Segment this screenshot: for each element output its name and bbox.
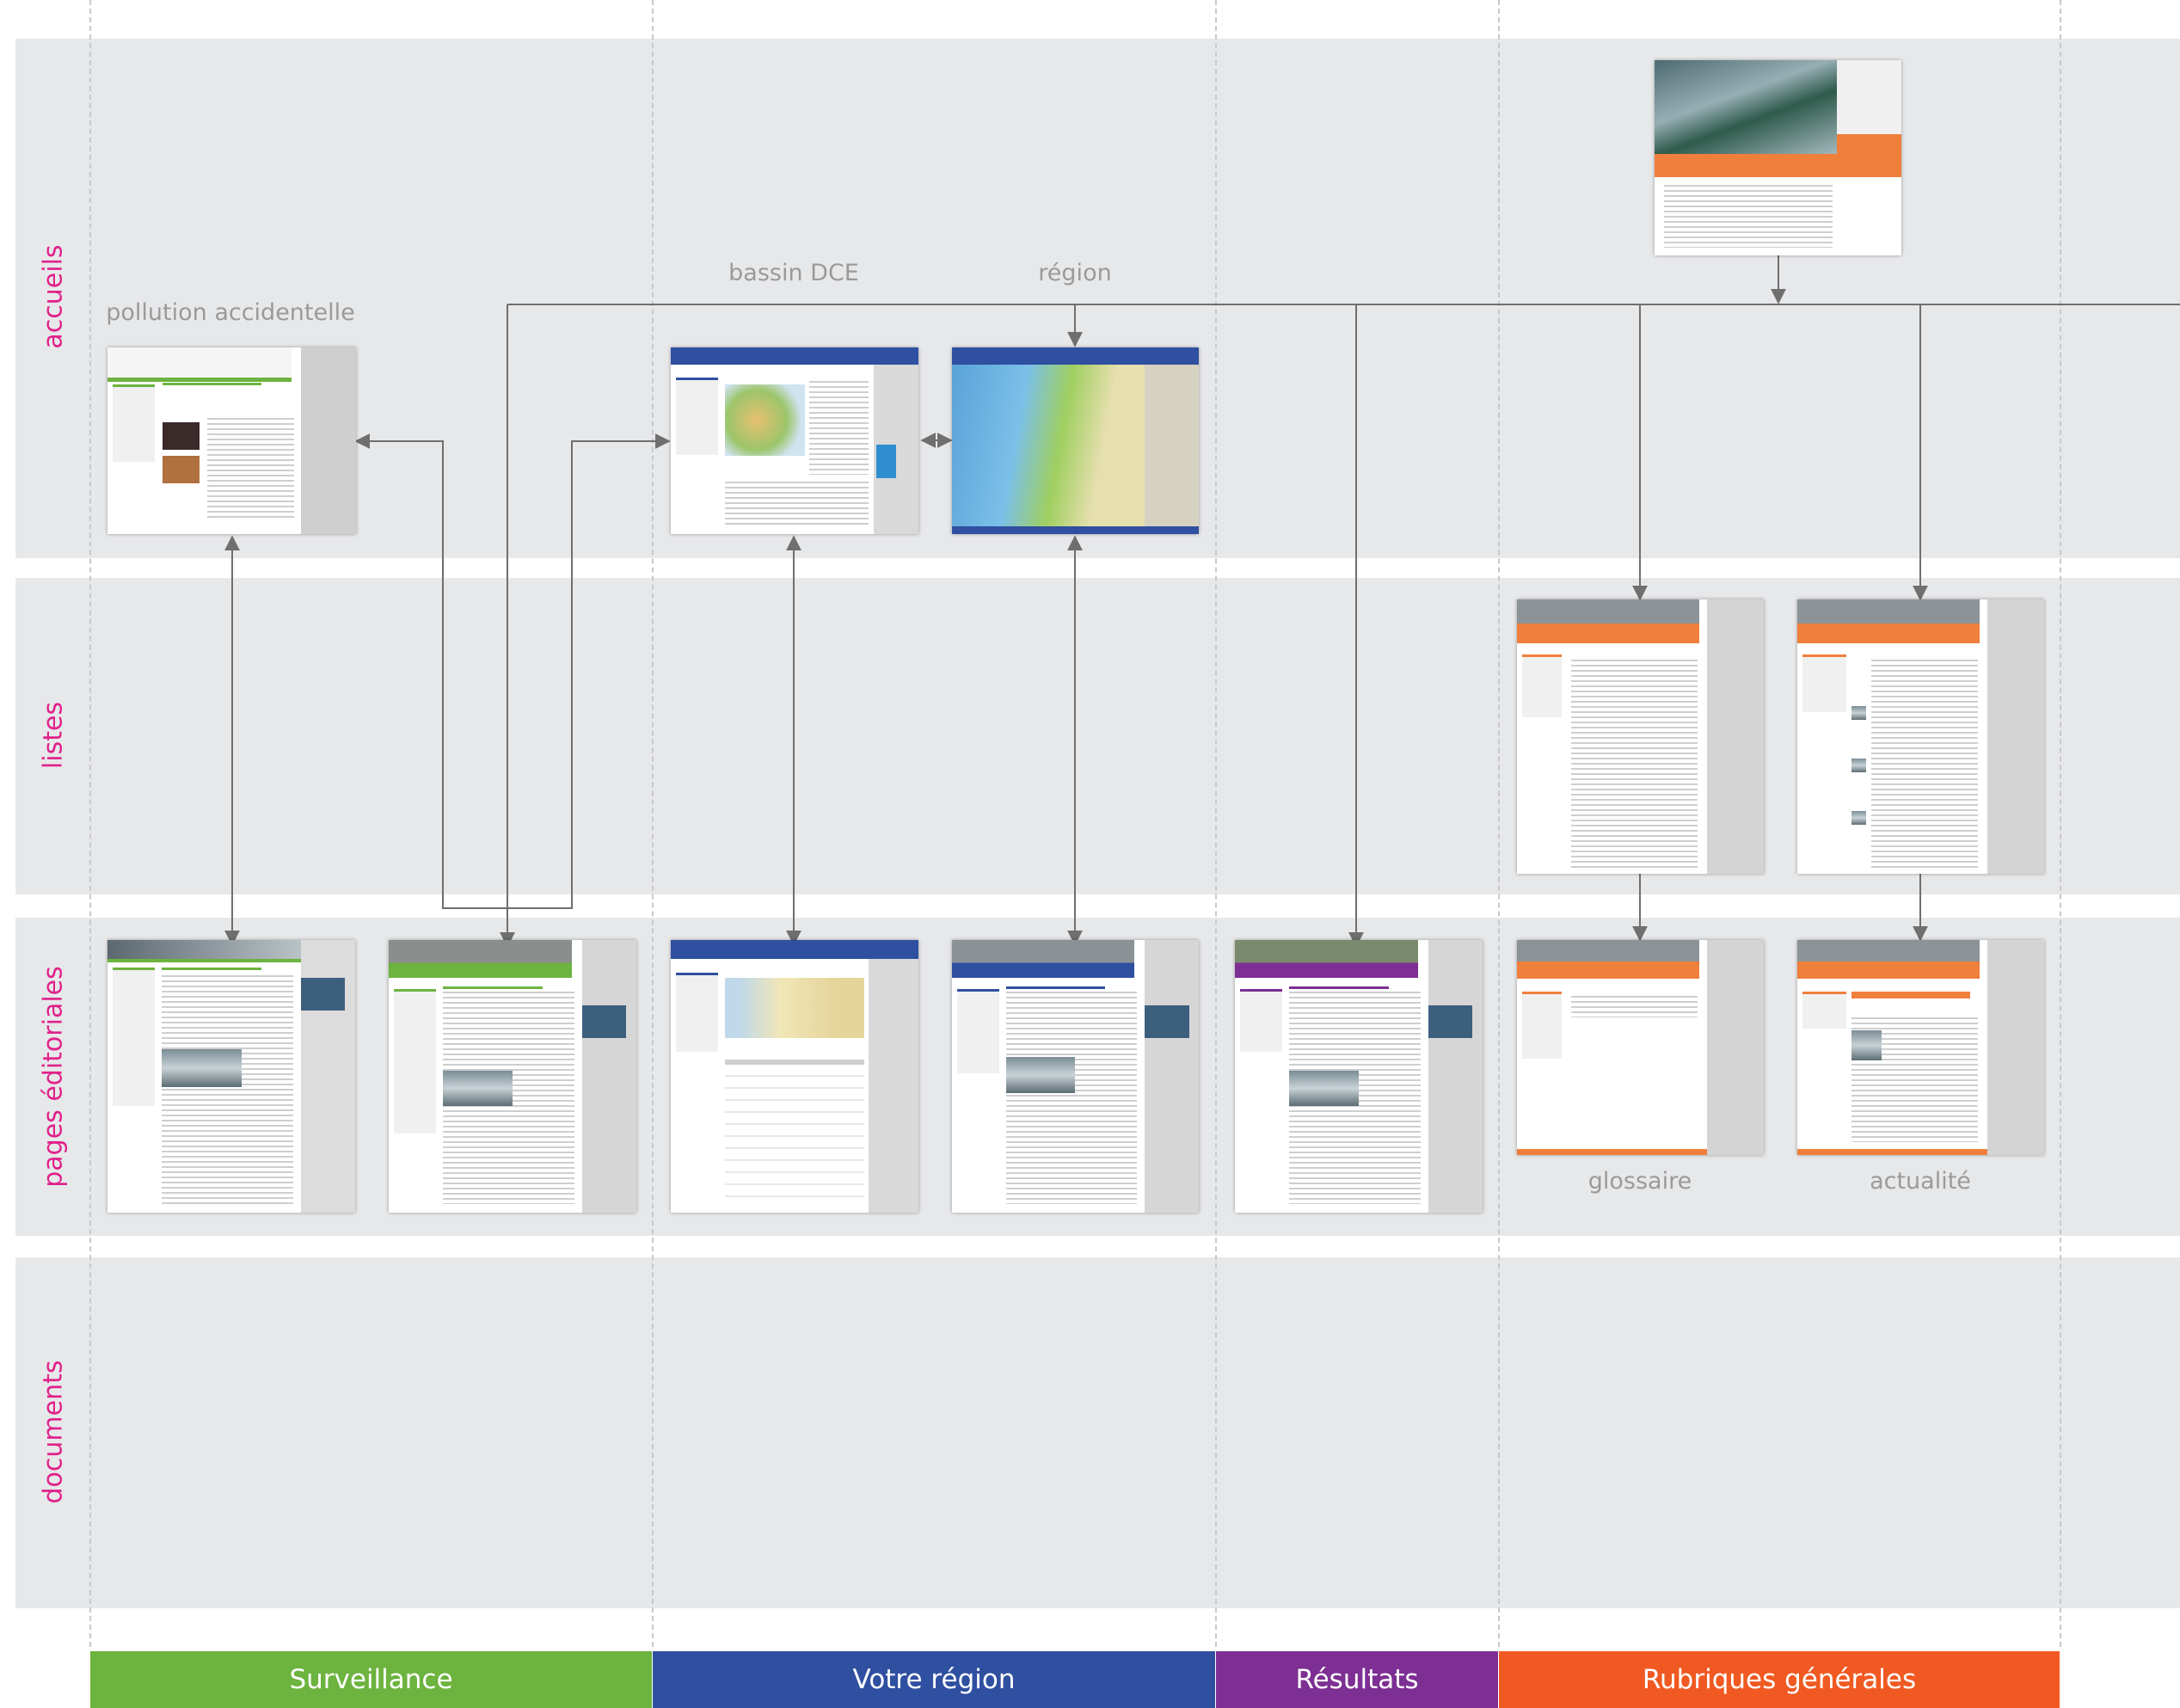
left-nav [675,377,718,455]
header [389,940,573,979]
bassin-map [725,978,864,1039]
header [107,347,292,382]
surveillance-page-2-thumb [389,940,636,1213]
glossaire-list-thumb [1517,599,1764,874]
orange-banner [1655,153,1838,178]
title-bar [1289,986,1389,989]
region-map [952,364,1145,527]
right-orange-block [1837,134,1901,178]
title-bar [162,383,262,386]
section-votre-region: Votre région [653,1651,1215,1708]
footer-bar [1797,1148,1987,1155]
header [952,940,1135,979]
sidebar [301,347,356,534]
surveillance-page-1-thumb [107,940,355,1213]
section-rubriques-generales: Rubriques générales [1499,1651,2060,1708]
news-photo [1851,810,1867,825]
photo [300,978,346,1011]
photo [162,1048,242,1088]
pollution-accidentelle-thumb [107,347,356,534]
left-nav [112,384,155,463]
sidebar [1707,599,1764,874]
left-nav [1802,992,1847,1029]
section-label: Votre région [852,1664,1016,1695]
header [952,347,1199,365]
photo [1851,1030,1882,1060]
sidebar [1707,940,1764,1155]
footer-bar [952,526,1199,534]
alphabet-grid [1521,654,1562,717]
news-photo [1851,759,1867,772]
photo [162,421,200,451]
sidebar [1987,599,2044,874]
left-nav [1802,654,1847,712]
alphabet-grid [1521,992,1562,1059]
news-list [1871,660,1978,869]
text-lines [1571,996,1698,1017]
data-table [725,1060,864,1207]
photo [1428,1005,1473,1039]
footer-bar [1517,1148,1707,1155]
photo [581,1005,627,1039]
text-lines [1006,992,1138,1205]
text-lines [1664,185,1833,248]
photo [443,1071,513,1107]
section-resultats: Résultats [1216,1651,1498,1708]
left-nav [956,989,999,1074]
text-lines [725,482,869,527]
map-legend-panel [1144,364,1199,527]
region-thumb [952,347,1199,534]
left-nav [1239,989,1282,1052]
section-label: Rubriques générales [1642,1664,1917,1695]
header [1235,940,1419,979]
header [1517,599,1700,644]
text-lines [809,381,869,475]
header [671,940,918,960]
left-nav [675,973,718,1052]
sidebar [869,959,918,1213]
actualite-page-thumb [1797,940,2044,1155]
title-bar [162,967,261,970]
france-map [725,384,805,456]
title-bar [1851,992,1970,998]
region-page-1-thumb [671,940,918,1213]
photo [1144,1005,1189,1039]
title-bar [443,986,543,989]
sidebar [1144,940,1199,1213]
sidebar [581,940,636,1213]
section-label: Résultats [1295,1664,1419,1695]
news-photo [1851,706,1867,721]
photo [1006,1057,1076,1093]
header [1517,940,1700,979]
title-bar [1006,986,1105,989]
photo [162,455,200,484]
header [671,347,918,365]
left-nav [393,989,436,1134]
text-lines [162,975,293,1205]
home-page-thumb [1655,60,1901,255]
bassin-dce-thumb [671,347,918,534]
header [1797,940,1980,979]
glossaire-page-thumb [1517,940,1764,1155]
term-list [1571,660,1698,869]
photo [1289,1071,1359,1107]
left-nav [112,967,155,1107]
header [107,940,301,963]
header [1797,599,1980,644]
resultats-page-thumb [1235,940,1483,1213]
actualite-list-thumb [1797,599,2044,874]
section-label: Surveillance [289,1664,453,1695]
logo-badge [876,444,897,478]
section-surveillance: Surveillance [90,1651,652,1708]
sidebar [1987,940,2044,1155]
text-lines [206,418,294,521]
region-page-2-thumb [952,940,1199,1213]
wave-photo [1655,60,1838,154]
sidebar [1428,940,1483,1213]
